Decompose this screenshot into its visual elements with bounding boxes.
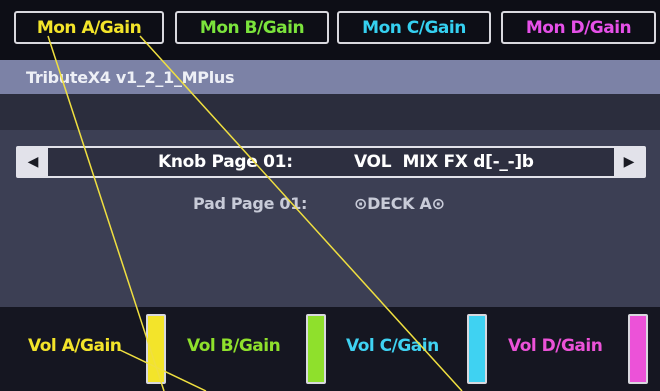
annotation-line <box>139 35 463 391</box>
annotation-line <box>47 35 165 391</box>
annotation-line <box>119 349 207 391</box>
annotation-lines <box>47 35 463 391</box>
controller-screen: Mon A/Gain Mon B/Gain Mon C/Gain Mon D/G… <box>0 0 660 391</box>
